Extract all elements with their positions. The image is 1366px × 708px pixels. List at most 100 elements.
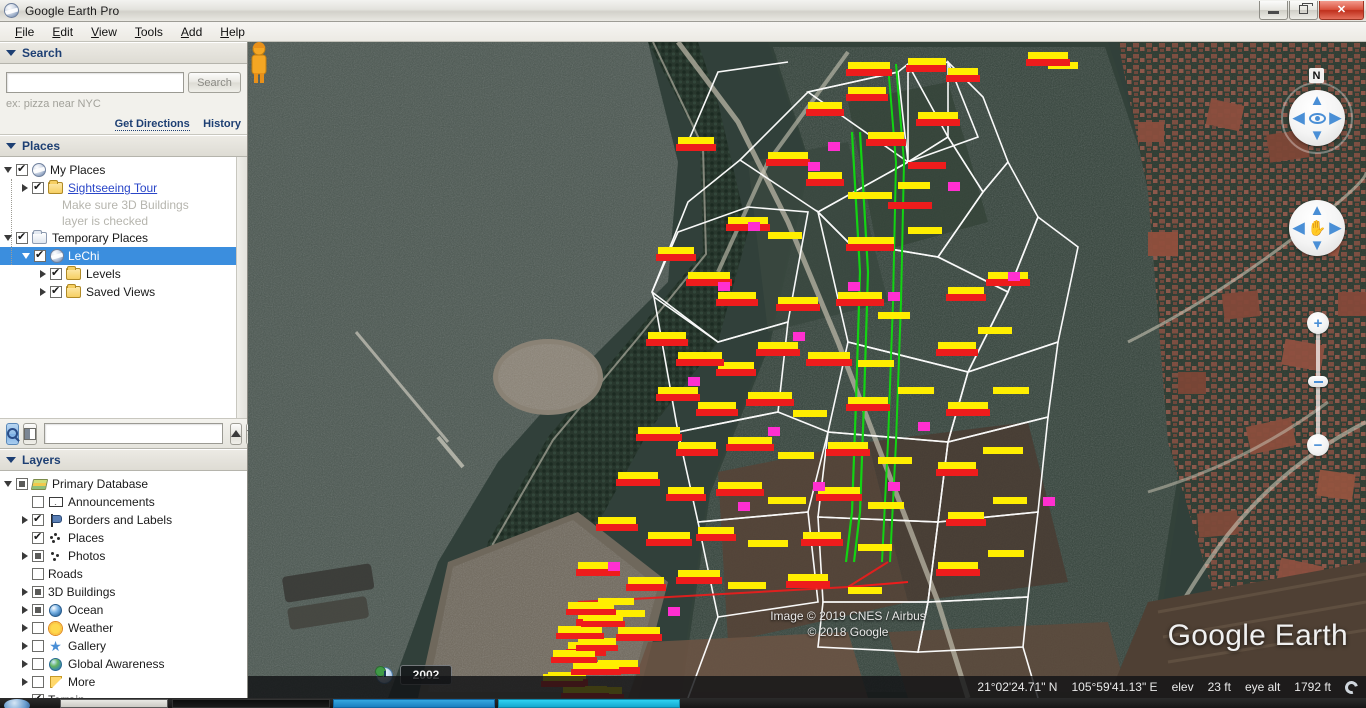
checkbox[interactable] bbox=[32, 180, 44, 194]
chevron-left-icon[interactable]: ◀ bbox=[1293, 221, 1305, 236]
checkbox[interactable] bbox=[32, 550, 44, 562]
chevron-right-icon[interactable] bbox=[22, 516, 28, 524]
search-input[interactable] bbox=[6, 72, 184, 93]
layer-item-ocean[interactable]: Ocean bbox=[0, 601, 247, 619]
map-viewport[interactable]: Image © 2019 CNES / Airbus © 2018 Google… bbox=[248, 42, 1366, 698]
hand-icon[interactable]: ✋ bbox=[1308, 219, 1327, 237]
zoom-out-button[interactable]: − bbox=[1307, 434, 1329, 456]
places-opacity-toggle[interactable] bbox=[23, 422, 37, 445]
chevron-down-icon[interactable]: ▼ bbox=[1310, 128, 1325, 143]
checkbox[interactable] bbox=[32, 604, 44, 616]
menu-view[interactable]: View bbox=[82, 23, 126, 41]
checkbox[interactable] bbox=[32, 530, 44, 544]
layer-item-primary-database[interactable]: Primary Database bbox=[0, 475, 247, 493]
places-panel-header[interactable]: Places bbox=[0, 135, 247, 157]
chevron-right-icon[interactable] bbox=[22, 642, 28, 650]
checkbox[interactable] bbox=[32, 640, 44, 652]
minimize-button[interactable] bbox=[1259, 0, 1288, 20]
places-item-levels[interactable]: Levels bbox=[0, 265, 247, 283]
look-around-control[interactable]: ▲ ▼ ◀ ▶ bbox=[1289, 90, 1345, 146]
layer-item-roads[interactable]: Roads bbox=[0, 565, 247, 583]
places-item-sightseeing-tour[interactable]: Sightseeing Tour bbox=[0, 179, 247, 197]
chevron-down-icon[interactable] bbox=[4, 167, 12, 173]
chevron-right-icon[interactable] bbox=[22, 588, 28, 596]
checkbox[interactable] bbox=[32, 676, 44, 688]
layer-item-announcements[interactable]: Announcements bbox=[0, 493, 247, 511]
chevron-right-icon[interactable] bbox=[22, 606, 28, 614]
close-button[interactable]: ✕ bbox=[1319, 0, 1364, 20]
chevron-right-icon[interactable] bbox=[22, 624, 28, 632]
satellite-imagery bbox=[248, 42, 1366, 698]
checkbox[interactable] bbox=[50, 266, 62, 280]
checkbox[interactable] bbox=[32, 658, 44, 670]
menu-edit[interactable]: Edit bbox=[43, 23, 82, 41]
pegman-icon[interactable] bbox=[248, 42, 270, 84]
chevron-up-icon[interactable]: ▲ bbox=[1310, 93, 1325, 108]
places-item-saved-views[interactable]: Saved Views bbox=[0, 283, 247, 301]
window-controls: ✕ bbox=[1259, 0, 1366, 21]
menu-file[interactable]: File bbox=[6, 23, 43, 41]
layer-item-gallery[interactable]: ★ Gallery bbox=[0, 637, 247, 655]
checkbox[interactable] bbox=[50, 284, 62, 298]
zoom-in-button[interactable]: + bbox=[1307, 312, 1329, 334]
checkbox[interactable] bbox=[34, 248, 46, 262]
checkbox[interactable] bbox=[32, 586, 44, 598]
checkbox[interactable] bbox=[16, 162, 28, 176]
chevron-right-icon[interactable] bbox=[22, 678, 28, 686]
layer-item-terrain[interactable]: Terrain bbox=[0, 691, 247, 698]
start-orb-icon[interactable] bbox=[4, 699, 30, 708]
layer-item-weather[interactable]: Weather bbox=[0, 619, 247, 637]
chevron-right-icon[interactable] bbox=[22, 552, 28, 560]
chevron-right-icon[interactable] bbox=[22, 184, 28, 192]
layer-item-borders-and-labels[interactable]: Borders and Labels bbox=[0, 511, 247, 529]
folder-icon bbox=[66, 266, 81, 280]
places-search-toggle[interactable] bbox=[6, 422, 19, 445]
chevron-down-icon[interactable] bbox=[22, 253, 30, 259]
chevron-left-icon[interactable]: ◀ bbox=[1293, 111, 1305, 126]
chevron-up-icon[interactable]: ▲ bbox=[1310, 203, 1325, 218]
taskbar-window-1[interactable] bbox=[60, 699, 168, 708]
taskbar-window-2[interactable] bbox=[172, 699, 330, 708]
chevron-right-icon[interactable] bbox=[40, 288, 46, 296]
search-panel-header[interactable]: Search bbox=[0, 42, 247, 64]
search-button[interactable]: Search bbox=[188, 72, 241, 93]
menu-add[interactable]: Add bbox=[172, 23, 211, 41]
history-link[interactable]: History bbox=[203, 118, 241, 130]
places-move-up-button[interactable] bbox=[230, 422, 242, 445]
layer-item-global-awareness[interactable]: Global Awareness bbox=[0, 655, 247, 673]
checkbox[interactable] bbox=[32, 496, 44, 508]
checkbox[interactable] bbox=[32, 622, 44, 634]
taskbar-window-3[interactable] bbox=[333, 699, 495, 708]
checkbox[interactable] bbox=[16, 230, 28, 244]
taskbar-window-4[interactable] bbox=[498, 699, 680, 708]
checkbox[interactable] bbox=[32, 568, 44, 580]
menu-bar: File Edit View Tools Add Help bbox=[0, 22, 1366, 42]
places-item-my-places[interactable]: My Places bbox=[0, 161, 247, 179]
move-control[interactable]: ▲ ▼ ◀ ▶ ✋ bbox=[1289, 200, 1345, 256]
layer-item-places[interactable]: Places bbox=[0, 529, 247, 547]
zoom-handle[interactable] bbox=[1308, 376, 1328, 387]
places-item-temporary-places[interactable]: Temporary Places bbox=[0, 229, 247, 247]
chevron-right-icon[interactable] bbox=[40, 270, 46, 278]
menu-tools[interactable]: Tools bbox=[126, 23, 172, 41]
layer-item-3d-buildings[interactable]: 3D Buildings bbox=[0, 583, 247, 601]
chevron-right-icon[interactable]: ▶ bbox=[1329, 221, 1341, 236]
checkbox[interactable] bbox=[32, 512, 44, 526]
zoom-slider[interactable]: + − bbox=[1307, 312, 1329, 456]
layer-item-more[interactable]: More bbox=[0, 673, 247, 691]
restore-button[interactable] bbox=[1289, 0, 1318, 20]
places-scrollbar[interactable] bbox=[236, 157, 247, 418]
chevron-down-icon[interactable]: ▼ bbox=[1310, 238, 1325, 253]
chevron-right-icon[interactable] bbox=[22, 660, 28, 668]
eye-icon[interactable] bbox=[1308, 112, 1326, 124]
places-item-lechi[interactable]: LeChi bbox=[0, 247, 247, 265]
places-item-label[interactable]: Sightseeing Tour bbox=[68, 181, 157, 195]
chevron-down-icon[interactable] bbox=[4, 481, 12, 487]
get-directions-link[interactable]: Get Directions bbox=[114, 118, 190, 131]
chevron-right-icon[interactable]: ▶ bbox=[1329, 111, 1341, 126]
places-filter-input[interactable] bbox=[44, 423, 223, 444]
layers-panel-header[interactable]: Layers bbox=[0, 449, 247, 471]
checkbox[interactable] bbox=[16, 478, 28, 490]
layer-item-photos[interactable]: Photos bbox=[0, 547, 247, 565]
menu-help[interactable]: Help bbox=[211, 23, 254, 41]
